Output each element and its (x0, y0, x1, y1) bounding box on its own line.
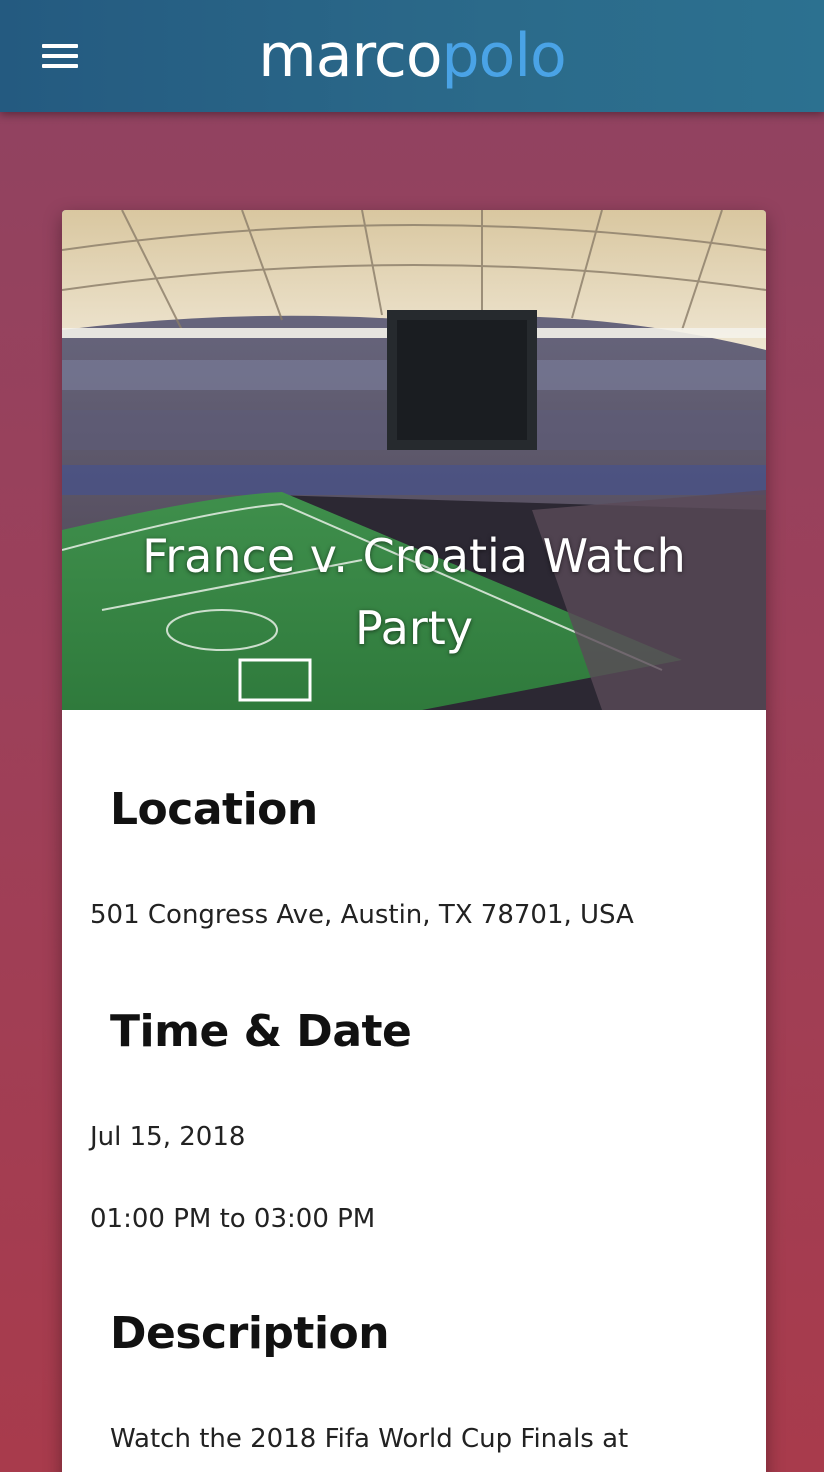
event-description: Watch the 2018 Fifa World Cup Finals at (110, 1424, 629, 1454)
event-address: 501 Congress Ave, Austin, TX 78701, USA (90, 900, 634, 930)
logo-text-accent: polo (441, 21, 567, 91)
event-hero-image: France v. Croatia Watch Party (62, 210, 766, 710)
event-card: France v. Croatia Watch Party Location 5… (62, 210, 766, 1472)
logo-text-primary: marco (258, 21, 442, 91)
description-heading: Description (110, 1308, 390, 1359)
location-heading: Location (110, 784, 318, 835)
event-time-range: 01:00 PM to 03:00 PM (90, 1204, 376, 1234)
event-title: France v. Croatia Watch Party (142, 529, 686, 655)
app-logo[interactable]: marcopolo (0, 20, 824, 92)
event-date: Jul 15, 2018 (90, 1122, 246, 1152)
time-date-heading: Time & Date (110, 1006, 412, 1057)
top-navbar: marcopolo (0, 0, 824, 112)
